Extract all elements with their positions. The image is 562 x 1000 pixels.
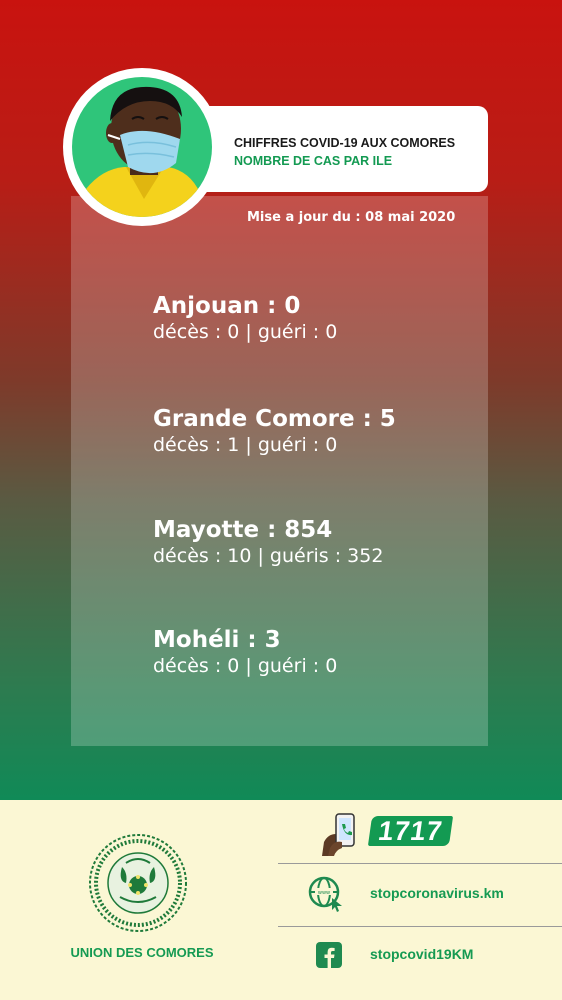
union-des-comores-seal bbox=[88, 833, 188, 933]
island-details: décès : 1 | guéri : 0 bbox=[153, 434, 338, 456]
island-name: Anjouan : 0 bbox=[153, 293, 301, 319]
globe-cursor-icon: www bbox=[308, 876, 344, 916]
update-date: Mise a jour du : 08 mai 2020 bbox=[247, 210, 456, 225]
facebook-row: stopcovid19KM bbox=[278, 934, 562, 984]
island-name: Mayotte : 854 bbox=[153, 517, 333, 543]
website-link[interactable]: stopcoronavirus.km bbox=[370, 885, 504, 901]
poster-subtitle: NOMBRE DE CAS PAR ILE bbox=[234, 154, 393, 168]
island-name: Grande Comore : 5 bbox=[153, 406, 396, 432]
org-name: UNION DES COMORES bbox=[70, 945, 214, 960]
island-name: Mohéli : 3 bbox=[153, 627, 281, 653]
header-card: CHIFFRES COVID-19 AUX COMORES NOMBRE DE … bbox=[205, 106, 488, 192]
avatar-frame bbox=[63, 68, 221, 226]
island-mayotte: Mayotte : 854 décès : 10 | guéris : 352 bbox=[153, 516, 383, 568]
website-row: www stopcoronavirus.km bbox=[278, 872, 562, 922]
island-grande-comore: Grande Comore : 5 décès : 1 | guéri : 0 bbox=[153, 405, 396, 457]
hotline-number[interactable]: 1717 bbox=[367, 816, 454, 846]
svg-text:www: www bbox=[318, 890, 330, 896]
divider bbox=[278, 926, 562, 927]
hotline-row: 1717 bbox=[278, 812, 562, 862]
island-details: décès : 0 | guéri : 0 bbox=[153, 655, 338, 677]
phone-hand-icon bbox=[320, 812, 360, 860]
covid-poster: CHIFFRES COVID-19 AUX COMORES NOMBRE DE … bbox=[0, 0, 562, 1000]
divider bbox=[278, 863, 562, 864]
poster-title: CHIFFRES COVID-19 AUX COMORES bbox=[234, 136, 456, 150]
island-moheli: Mohéli : 3 décès : 0 | guéri : 0 bbox=[153, 626, 337, 678]
island-details: décès : 10 | guéris : 352 bbox=[153, 545, 384, 567]
footer: UNION DES COMORES 1717 www stopcoronavir… bbox=[0, 800, 562, 1000]
facebook-link[interactable]: stopcovid19KM bbox=[370, 946, 473, 962]
island-details: décès : 0 | guéri : 0 bbox=[153, 321, 338, 343]
facebook-icon bbox=[316, 942, 342, 968]
masked-person-illustration bbox=[72, 77, 212, 217]
island-anjouan: Anjouan : 0 décès : 0 | guéri : 0 bbox=[153, 292, 337, 344]
